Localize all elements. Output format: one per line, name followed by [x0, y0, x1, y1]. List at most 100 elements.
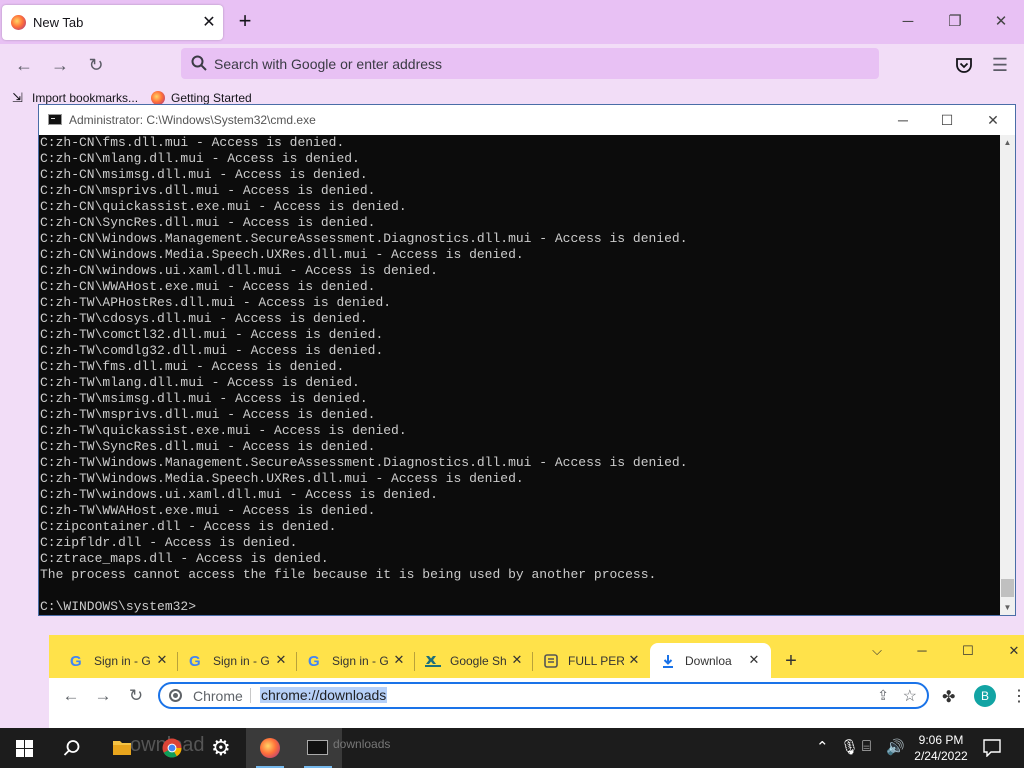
url-placeholder: Search with Google or enter address	[214, 56, 443, 72]
omnibox-chip-label: Chrome	[193, 688, 243, 704]
close-window-icon[interactable]: ✕	[1003, 642, 1024, 660]
show-hidden-icons-chevron-icon[interactable]: ⌃	[816, 738, 829, 756]
search-icon	[191, 55, 207, 71]
chrome-tab[interactable]: G Sign in - G ✕	[297, 643, 415, 678]
import-icon: ⇲	[12, 90, 23, 105]
scroll-up-icon[interactable]: ▲	[1000, 135, 1015, 150]
scroll-thumb[interactable]	[1001, 579, 1014, 597]
back-icon[interactable]: ←	[12, 54, 36, 76]
folder-icon	[113, 741, 131, 755]
extensions-puzzle-icon[interactable]: ✤	[942, 687, 955, 707]
chrome-tab-title: FULL PERI	[568, 654, 624, 668]
firefox-tab-new-tab[interactable]: New Tab ✕	[2, 5, 223, 40]
forward-icon[interactable]: →	[48, 54, 72, 76]
console-line: C:zh-TW\comdlg32.dll.mui - Access is den…	[40, 343, 384, 358]
cmd-close-icon[interactable]: ✕	[980, 110, 1006, 130]
new-tab-button[interactable]: +	[234, 9, 256, 33]
microphone-icon[interactable]: 🎙	[840, 738, 859, 756]
minimize-icon[interactable]: ─	[911, 642, 933, 660]
firefox-icon	[260, 738, 280, 758]
file-explorer-taskbar-button[interactable]	[98, 728, 146, 768]
volume-icon[interactable]: 🔊	[886, 738, 905, 756]
close-tab-icon[interactable]: ✕	[626, 652, 642, 668]
maximize-icon[interactable]: ☐	[957, 642, 979, 660]
chrome-omnibox[interactable]: Chrome chrome://downloads ⇪ ☆	[158, 682, 929, 709]
notification-icon[interactable]	[983, 739, 1001, 757]
close-tab-icon[interactable]: ✕	[201, 12, 217, 32]
bookmark-import[interactable]: Import bookmarks...	[32, 91, 138, 105]
close-tab-icon[interactable]: ✕	[391, 652, 407, 668]
console-line: C:zh-CN\windows.ui.xaml.dll.mui - Access…	[40, 263, 438, 278]
chrome-tab-active[interactable]: Downloa ✕	[650, 643, 771, 678]
google-icon: G	[308, 653, 320, 669]
firefox-tab-title: New Tab	[33, 15, 84, 30]
network-icon[interactable]: ⌸	[862, 738, 871, 755]
chrome-taskbar-button[interactable]	[148, 728, 196, 768]
cmd-console-output[interactable]: C:zh-CN\fms.dll.mui - Access is denied. C…	[39, 135, 1000, 615]
profile-avatar[interactable]: B	[974, 685, 996, 707]
console-line: C:zh-CN\msprivs.dll.mui - Access is deni…	[40, 183, 376, 198]
console-line: C:zh-TW\fms.dll.mui - Access is denied.	[40, 359, 345, 374]
console-line: C:zh-CN\Windows.Management.SecureAssessm…	[40, 231, 688, 246]
chrome-tab-title: Sign in - G	[332, 654, 388, 668]
scroll-down-icon[interactable]: ▼	[1000, 600, 1015, 615]
chrome-logo-icon	[169, 689, 182, 702]
bookmark-getting-started[interactable]: Getting Started	[171, 91, 252, 105]
chrome-tab[interactable]: FULL PERI ✕	[533, 643, 650, 678]
back-icon[interactable]: ←	[59, 684, 83, 708]
firefox-small-icon	[151, 91, 165, 105]
console-line: C:zh-CN\WWAHost.exe.mui - Access is deni…	[40, 279, 376, 294]
reload-icon[interactable]: ↻	[124, 684, 148, 708]
close-window-icon[interactable]: ✕	[990, 12, 1012, 32]
search-icon[interactable]	[63, 739, 81, 757]
chrome-tab-title: Sign in - G	[213, 654, 269, 668]
restore-icon[interactable]: ❐	[944, 12, 966, 32]
console-line: C:zh-CN\SyncRes.dll.mui - Access is deni…	[40, 215, 376, 230]
bookmark-star-icon[interactable]: ☆	[903, 686, 917, 706]
omnibox-divider	[250, 688, 251, 703]
console-line: C:zipfldr.dll - Access is denied.	[40, 535, 298, 550]
firefox-url-bar[interactable]: Search with Google or enter address	[181, 48, 879, 79]
share-icon[interactable]: ⇪	[877, 687, 889, 704]
hamburger-menu-icon[interactable]: ☰	[988, 54, 1012, 76]
console-line: C:zh-TW\mlang.dll.mui - Access is denied…	[40, 375, 360, 390]
close-tab-icon[interactable]: ✕	[273, 652, 289, 668]
download-icon	[663, 655, 673, 668]
firefox-tab-strip: New Tab ✕ + ─ ❐ ✕	[0, 0, 1024, 44]
cmd-minimize-icon[interactable]: ─	[890, 110, 916, 130]
console-line: C:zh-TW\msimsg.dll.mui - Access is denie…	[40, 391, 368, 406]
console-line: C:zh-CN\fms.dll.mui - Access is denied.	[40, 135, 345, 150]
chrome-tab[interactable]: Google Sh ✕	[415, 643, 533, 678]
omnibox-url[interactable]: chrome://downloads	[260, 687, 388, 703]
close-tab-icon[interactable]: ✕	[154, 652, 170, 668]
page-icon	[544, 654, 558, 668]
console-line: C:zh-TW\SyncRes.dll.mui - Access is deni…	[40, 439, 376, 454]
chrome-tab[interactable]: G Sign in - G ✕	[59, 643, 178, 678]
google-icon: G	[70, 653, 82, 669]
cmd-scrollbar[interactable]: ▲ ▼	[1000, 135, 1015, 615]
close-tab-icon[interactable]: ✕	[509, 652, 525, 668]
chrome-tab-title: Sign in - G	[94, 654, 150, 668]
pocket-icon[interactable]	[955, 56, 973, 74]
taskbar-clock[interactable]: 9:06 PM 2/24/2022	[905, 732, 977, 764]
firefox-taskbar-button[interactable]	[246, 728, 294, 768]
new-tab-button[interactable]: +	[779, 649, 803, 673]
cmd-maximize-icon[interactable]: ☐	[934, 110, 960, 130]
cmd-window: Administrator: C:\Windows\System32\cmd.e…	[38, 104, 1016, 616]
console-line: C:\WINDOWS\system32>	[40, 599, 197, 614]
cmd-icon	[48, 114, 62, 125]
console-line: C:zh-TW\windows.ui.xaml.dll.mui - Access…	[40, 487, 438, 502]
close-tab-icon[interactable]: ✕	[746, 652, 762, 668]
settings-taskbar-button[interactable]: ⚙	[198, 728, 246, 768]
cmd-title-bar[interactable]: Administrator: C:\Windows\System32\cmd.e…	[39, 105, 1015, 135]
forward-icon[interactable]: →	[91, 684, 115, 708]
chrome-tab[interactable]: G Sign in - G ✕	[178, 643, 297, 678]
chrome-menu-icon[interactable]: ⋮	[1011, 686, 1024, 706]
reload-icon[interactable]: ↻	[84, 54, 108, 76]
console-line: C:zh-TW\WWAHost.exe.mui - Access is deni…	[40, 503, 376, 518]
windows-start-icon[interactable]	[16, 740, 33, 757]
tab-search-icon[interactable]: ⌵	[866, 642, 888, 660]
minimize-icon[interactable]: ─	[897, 12, 919, 32]
console-line: C:zh-CN\quickassist.exe.mui - Access is …	[40, 199, 407, 214]
console-line: C:zh-CN\Windows.Media.Speech.UXRes.dll.m…	[40, 247, 524, 262]
